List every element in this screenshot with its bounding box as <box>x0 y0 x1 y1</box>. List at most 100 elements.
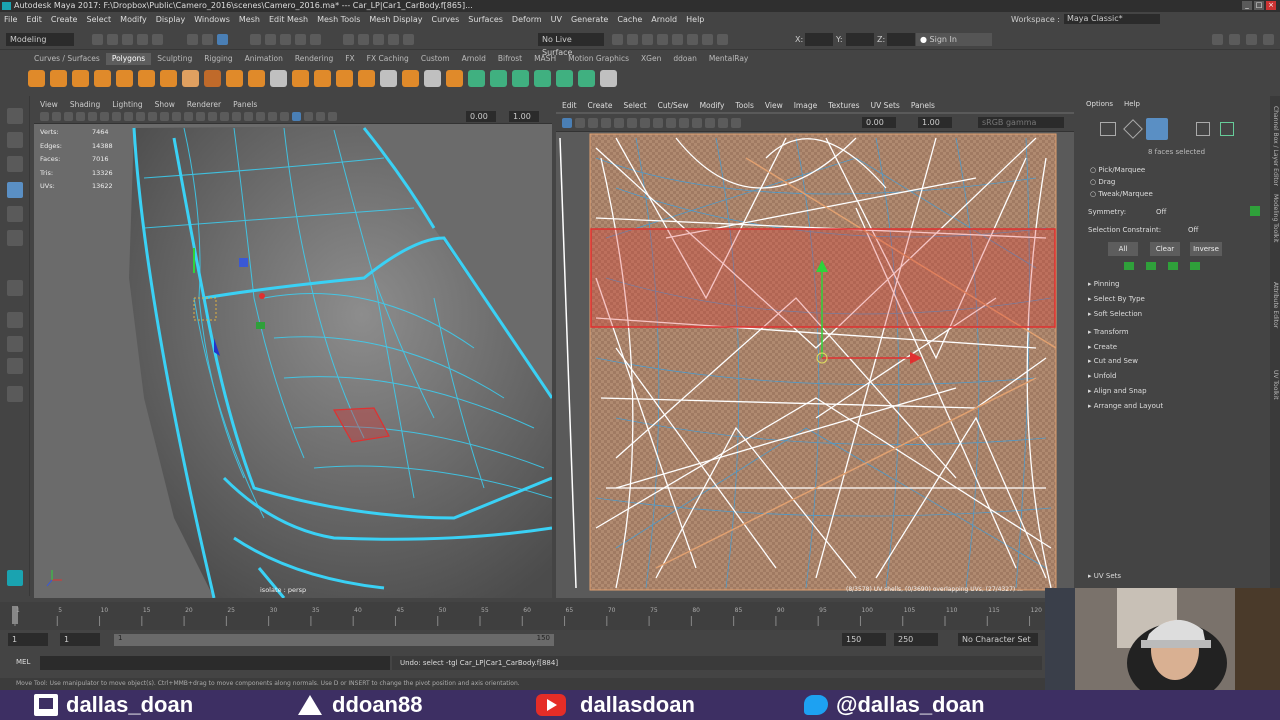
twitch-handle[interactable]: dallas_doan <box>66 692 193 718</box>
cube-icon[interactable] <box>50 69 67 87</box>
shelf-tab-mash[interactable]: MASH <box>528 53 562 65</box>
uv-menu-cut-sew[interactable]: Cut/Sew <box>658 101 689 110</box>
snap-live-icon[interactable] <box>310 34 321 45</box>
uv-image-icon[interactable] <box>640 118 650 128</box>
uv-exposure-field[interactable]: 0.00 <box>862 117 896 128</box>
field-chart-icon[interactable] <box>136 112 145 121</box>
viewport-menu-panels[interactable]: Panels <box>233 100 257 109</box>
planar-map-icon[interactable] <box>468 69 485 87</box>
channel-box-icon[interactable] <box>1263 34 1274 45</box>
render-icon[interactable] <box>358 34 369 45</box>
section-unfold[interactable]: ▸ Unfold <box>1088 372 1116 380</box>
shelf-tab-fx[interactable]: FX <box>339 53 360 65</box>
uv-dim-icon[interactable] <box>653 118 663 128</box>
maximize-button[interactable]: □ <box>1254 1 1264 10</box>
soft-select-icon[interactable] <box>627 34 638 45</box>
xray-joints-icon[interactable] <box>316 112 325 121</box>
minimize-button[interactable]: _ <box>1242 1 1252 10</box>
menu-surfaces[interactable]: Surfaces <box>468 15 503 24</box>
gate-mask-icon[interactable] <box>124 112 133 121</box>
resolution-gate-icon[interactable] <box>112 112 121 121</box>
uv-menu-view[interactable]: View <box>765 101 783 110</box>
attribute-editor-icon[interactable] <box>1229 34 1240 45</box>
edge-mode-icon[interactable] <box>1123 119 1143 139</box>
uv-menu-modify[interactable]: Modify <box>700 101 725 110</box>
move-tool-icon[interactable] <box>7 182 23 198</box>
y-field[interactable] <box>846 33 874 46</box>
uv-frame-icon[interactable] <box>575 118 585 128</box>
snap-curve-icon[interactable] <box>265 34 276 45</box>
range-end-field[interactable]: 150 <box>842 633 886 646</box>
menu-display[interactable]: Display <box>156 15 186 24</box>
film-gate-icon[interactable] <box>100 112 109 121</box>
shadows-icon[interactable] <box>244 112 253 121</box>
shelf-tab-mentalray[interactable]: MentalRay <box>703 53 755 65</box>
uv-distortion-icon[interactable] <box>614 118 624 128</box>
modeling-toolkit-icon[interactable] <box>1212 34 1223 45</box>
manipulator-center[interactable] <box>259 293 265 299</box>
menu-cache[interactable]: Cache <box>617 15 642 24</box>
cylindrical-map-icon[interactable] <box>512 69 529 87</box>
redo-icon[interactable] <box>152 34 163 45</box>
uv-gamma-field[interactable]: 1.00 <box>918 117 952 128</box>
scale-tool-icon[interactable] <box>7 230 23 246</box>
selected-uv-shell[interactable] <box>590 228 1056 328</box>
snap-point-icon[interactable] <box>280 34 291 45</box>
uv-filter-icon[interactable] <box>666 118 676 128</box>
default-material-icon[interactable] <box>196 112 205 121</box>
ipr-icon[interactable] <box>373 34 384 45</box>
shelf-tab-sculpting[interactable]: Sculpting <box>151 53 198 65</box>
youtube-handle[interactable]: dallasdoan <box>580 692 695 718</box>
face-mode-icon[interactable] <box>1146 118 1168 140</box>
uv-menu-image[interactable]: Image <box>794 101 818 110</box>
menu-help[interactable]: Help <box>686 15 704 24</box>
select-component-icon[interactable] <box>217 34 228 45</box>
disc-icon[interactable] <box>160 69 177 87</box>
range-start-field[interactable]: 1 <box>60 633 100 646</box>
uv-menu-edit[interactable]: Edit <box>562 101 577 110</box>
uv-menu-textures[interactable]: Textures <box>828 101 859 110</box>
menu-edit-mesh[interactable]: Edit Mesh <box>269 15 308 24</box>
uv-tile-icon[interactable] <box>679 118 689 128</box>
snap-view-icon[interactable] <box>295 34 306 45</box>
uv-shaded-icon[interactable] <box>601 118 611 128</box>
new-scene-icon[interactable] <box>92 34 103 45</box>
reflection-icon[interactable] <box>642 34 653 45</box>
menu-arnold[interactable]: Arnold <box>651 15 677 24</box>
fill-hole-icon[interactable] <box>380 69 397 87</box>
menu-modify[interactable]: Modify <box>120 15 147 24</box>
menu-edit[interactable]: Edit <box>26 15 42 24</box>
safe-action-icon[interactable] <box>148 112 157 121</box>
two-view-icon[interactable] <box>7 358 23 374</box>
viewport-menu-show[interactable]: Show <box>155 100 175 109</box>
uv-colorspace-dropdown[interactable]: sRGB gamma <box>978 117 1064 128</box>
text-icon[interactable] <box>182 69 199 87</box>
ao-icon[interactable] <box>256 112 265 121</box>
render-view-icon[interactable] <box>657 34 668 45</box>
clear-button[interactable]: Clear <box>1150 242 1180 256</box>
hypershade-icon[interactable] <box>403 34 414 45</box>
history-icon[interactable] <box>343 34 354 45</box>
uv-mode-icon[interactable] <box>1196 122 1210 136</box>
shelf-tab-curves-surfaces[interactable]: Curves / Surfaces <box>28 53 106 65</box>
section-cut-and-sew[interactable]: ▸ Cut and Sew <box>1088 357 1138 365</box>
mode-tweak-marquee[interactable]: ○ Tweak/Marquee <box>1090 190 1153 198</box>
start-time-field[interactable]: 1 <box>8 633 48 646</box>
shell-mode-icon[interactable] <box>1220 122 1234 136</box>
end-time-field[interactable]: 250 <box>894 633 938 646</box>
viewport-menu-renderer[interactable]: Renderer <box>187 100 221 109</box>
menu-uv[interactable]: UV <box>551 15 562 24</box>
workspace-dropdown[interactable]: Maya Classic* <box>1064 14 1160 24</box>
auto-map-icon[interactable] <box>490 69 507 87</box>
uv-paste-icon[interactable] <box>731 118 741 128</box>
menu-curves[interactable]: Curves <box>431 15 459 24</box>
uv-grid-icon[interactable] <box>562 118 572 128</box>
side-tab-channel-box-layer-editor[interactable]: Channel Box / Layer Editor <box>1271 106 1279 190</box>
side-tab-uv-toolkit[interactable]: UV Toolkit <box>1271 370 1279 454</box>
grow-icon[interactable] <box>1146 262 1156 270</box>
combine-icon[interactable] <box>226 69 243 87</box>
separate-icon[interactable] <box>248 69 265 87</box>
target-weld-icon[interactable] <box>424 69 441 87</box>
ipr-render-icon[interactable] <box>687 34 698 45</box>
viewport-menu-shading[interactable]: Shading <box>70 100 100 109</box>
